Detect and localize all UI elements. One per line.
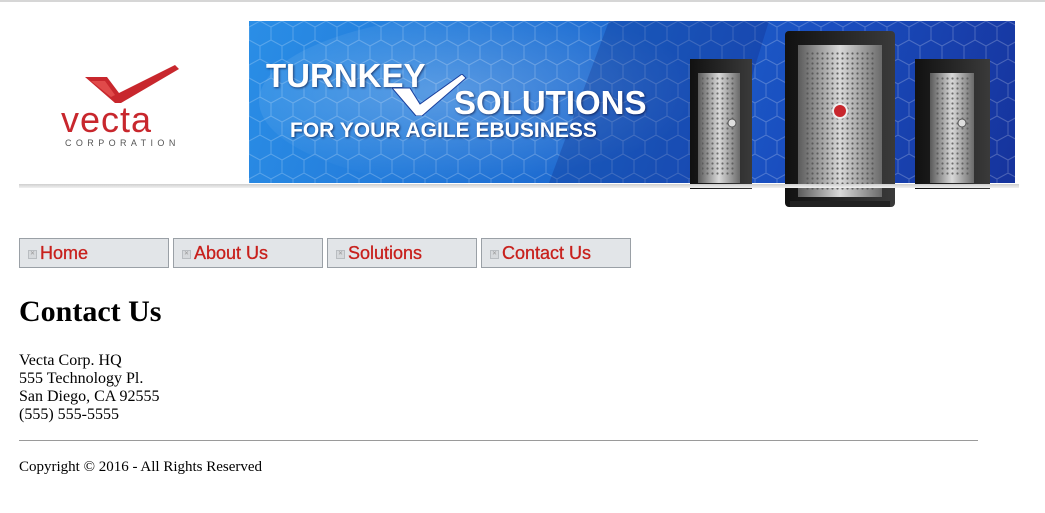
copyright-text: Copyright © 2016 - All Rights Reserved xyxy=(19,459,263,475)
nav-bullet-icon: ✕ xyxy=(182,250,191,259)
banner-heading-solutions: SOLUTIONS xyxy=(454,84,647,121)
logo-wordmark: vecta xyxy=(61,99,153,140)
logo-subtitle: CORPORATION xyxy=(65,138,180,148)
top-divider xyxy=(0,0,1045,2)
address-phone: (555) 555-5555 xyxy=(19,406,119,423)
nav-link-solutions[interactable]: Solutions xyxy=(348,243,422,264)
logo-checkmark-icon xyxy=(85,65,179,103)
nav-link-about-us[interactable]: About Us xyxy=(194,243,268,264)
nav-link-contact-us[interactable]: Contact Us xyxy=(502,243,591,264)
address-street: 555 Technology Pl. xyxy=(19,370,144,387)
header-divider xyxy=(19,184,1019,188)
address-company: Vecta Corp. HQ xyxy=(19,352,122,369)
nav-bullet-icon: ✕ xyxy=(490,250,499,259)
nav-item-home[interactable]: ✕ Home xyxy=(19,238,169,268)
address-city: San Diego, CA 92555 xyxy=(19,388,160,405)
nav-link-home[interactable]: Home xyxy=(40,243,88,264)
contact-address: Vecta Corp. HQ 555 Technology Pl. San Di… xyxy=(19,352,159,424)
banner-tagline: FOR YOUR AGILE EBUSINESS xyxy=(290,119,597,142)
vecta-logo[interactable]: vecta CORPORATION xyxy=(55,60,215,150)
footer-divider xyxy=(19,440,978,441)
nav-bullet-icon: ✕ xyxy=(28,250,37,259)
page-title: Contact Us xyxy=(19,295,162,328)
nav-item-about-us[interactable]: ✕ About Us xyxy=(173,238,323,268)
nav-item-solutions[interactable]: ✕ Solutions xyxy=(327,238,477,268)
nav-item-contact-us[interactable]: ✕ Contact Us xyxy=(481,238,631,268)
nav-bullet-icon: ✕ xyxy=(336,250,345,259)
